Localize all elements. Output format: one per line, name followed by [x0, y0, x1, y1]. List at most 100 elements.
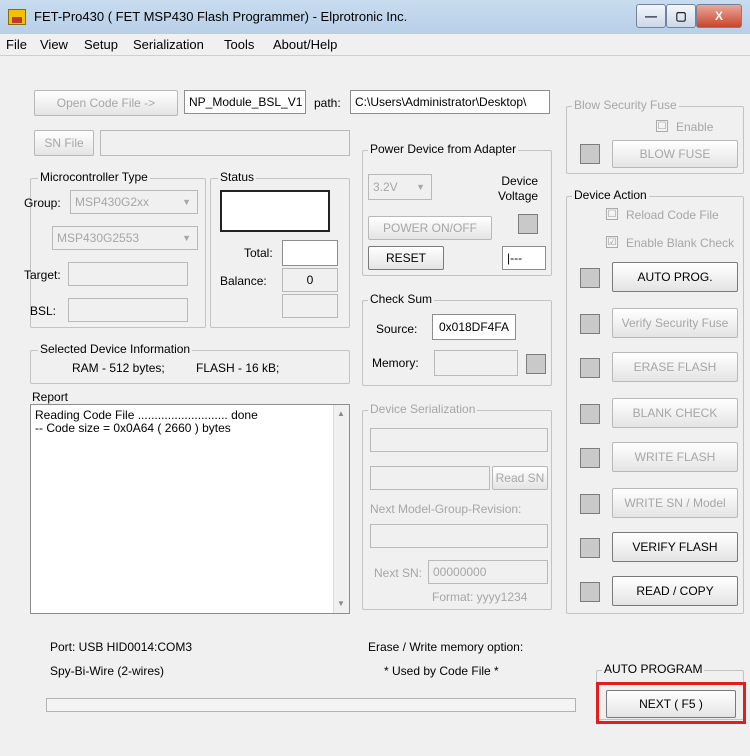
- enable-fuse-checkbox[interactable]: ☐: [656, 120, 668, 132]
- chevron-down-icon: ▼: [182, 197, 191, 207]
- sn-file-button[interactable]: SN File: [34, 130, 94, 156]
- memory-checksum-field: [434, 350, 518, 376]
- menu-setup[interactable]: Setup: [84, 37, 118, 52]
- balance-field: 0: [282, 268, 338, 292]
- auto-prog-button[interactable]: AUTO PROG.: [612, 262, 738, 292]
- serialization-field-1: [370, 428, 548, 452]
- app-icon: [8, 9, 26, 25]
- menu-file[interactable]: File: [6, 37, 27, 52]
- maximize-button[interactable]: ▢: [666, 4, 696, 28]
- title-bar: FET-Pro430 ( FET MSP430 Flash Programmer…: [0, 0, 750, 34]
- scroll-down-icon[interactable]: ▼: [337, 599, 345, 608]
- total-label: Total:: [244, 246, 273, 260]
- write-sn-indicator: [580, 494, 600, 514]
- code-filename-field[interactable]: NP_Module_BSL_V1: [184, 90, 306, 114]
- minimize-button[interactable]: —: [636, 4, 666, 28]
- enable-blank-check-label: Enable Blank Check: [626, 236, 735, 250]
- menu-tools[interactable]: Tools: [224, 37, 254, 52]
- erase-write-option-value: * Used by Code File *: [384, 664, 499, 678]
- flash-info: FLASH - 16 kB;: [196, 361, 280, 375]
- voltage-select-value: 3.2V: [373, 180, 398, 194]
- next-sn-label: Next SN:: [374, 566, 423, 580]
- sn-format-label: Format: yyyy1234: [432, 590, 528, 604]
- next-f5-button[interactable]: NEXT ( F5 ): [606, 690, 736, 718]
- next-sn-field: 00000000: [428, 560, 548, 584]
- device-select-value: MSP430G2553: [57, 231, 140, 245]
- verify-fuse-indicator: [580, 314, 600, 334]
- sn-file-field[interactable]: [100, 130, 350, 156]
- selected-device-title: Selected Device Information: [38, 342, 193, 356]
- chevron-down-icon: ▼: [182, 233, 191, 243]
- memory-label: Memory:: [372, 356, 419, 370]
- voltage-select[interactable]: 3.2V ▼: [368, 174, 432, 200]
- erase-write-option-title: Erase / Write memory option:: [368, 640, 524, 654]
- read-copy-button[interactable]: READ / COPY: [612, 576, 738, 606]
- blow-fuse-button[interactable]: BLOW FUSE: [612, 140, 738, 168]
- enable-fuse-label: Enable: [676, 120, 714, 134]
- erase-flash-button[interactable]: ERASE FLASH: [612, 352, 738, 382]
- enable-blank-check-checkbox[interactable]: ☑: [606, 236, 618, 248]
- checksum-indicator: [526, 354, 546, 374]
- menu-about-help[interactable]: About/Help: [273, 37, 337, 52]
- source-label: Source:: [376, 322, 418, 336]
- device-select[interactable]: MSP430G2553 ▼: [52, 226, 198, 250]
- microcontroller-type-title: Microcontroller Type: [38, 170, 150, 184]
- next-model-label: Next Model-Group-Revision:: [370, 502, 522, 516]
- report-line: -- Code size = 0x0A64 ( 2660 ) bytes: [35, 421, 231, 435]
- scroll-up-icon[interactable]: ▲: [337, 409, 345, 418]
- status-indicator: [220, 190, 330, 232]
- window-title: FET-Pro430 ( FET MSP430 Flash Programmer…: [34, 9, 408, 24]
- check-sum-title: Check Sum: [368, 292, 435, 306]
- serialization-field-2: [370, 466, 490, 490]
- verify-flash-indicator: [580, 538, 600, 558]
- blank-check-indicator: [580, 404, 600, 424]
- read-sn-button[interactable]: Read SN: [492, 466, 548, 490]
- path-field[interactable]: C:\Users\Administrator\Desktop\: [350, 90, 550, 114]
- erase-indicator: [580, 358, 600, 378]
- open-code-file-button[interactable]: Open Code File ->: [34, 90, 178, 116]
- power-device-title: Power Device from Adapter: [368, 142, 519, 156]
- device-voltage-indicator: [518, 214, 538, 234]
- write-sn-model-button[interactable]: WRITE SN / Model: [612, 488, 738, 518]
- verify-security-fuse-button[interactable]: Verify Security Fuse: [612, 308, 738, 338]
- chevron-down-icon: ▼: [416, 182, 425, 192]
- next-model-field: [370, 524, 548, 548]
- auto-prog-indicator: [580, 268, 600, 288]
- verify-flash-button[interactable]: VERIFY FLASH: [612, 532, 738, 562]
- progress-bar: [46, 698, 576, 712]
- device-serialization-title: Device Serialization: [368, 402, 478, 416]
- balance-extra-field: [282, 294, 338, 318]
- write-flash-button[interactable]: WRITE FLASH: [612, 442, 738, 472]
- reload-code-file-label: Reload Code File: [626, 208, 719, 222]
- blow-security-fuse-title: Blow Security Fuse: [572, 98, 679, 112]
- device-action-title: Device Action: [572, 188, 649, 202]
- write-flash-indicator: [580, 448, 600, 468]
- auto-program-title: AUTO PROGRAM: [602, 662, 705, 676]
- group-select[interactable]: MSP430G2xx ▼: [70, 190, 198, 214]
- reload-code-file-checkbox[interactable]: ☐: [606, 208, 618, 220]
- target-label: Target:: [24, 268, 61, 282]
- menu-serialization[interactable]: Serialization: [133, 37, 204, 52]
- bsl-label: BSL:: [30, 304, 57, 318]
- port-info: Port: USB HID0014:COM3: [50, 640, 193, 654]
- group-label: Group:: [24, 196, 61, 210]
- ram-info: RAM - 512 bytes;: [72, 361, 165, 375]
- status-title: Status: [218, 170, 257, 184]
- reset-indicator-field: |---: [502, 246, 546, 270]
- source-checksum-field: 0x018DF4FA: [432, 314, 516, 340]
- menu-view[interactable]: View: [40, 37, 68, 52]
- report-box[interactable]: Reading Code File ......................…: [30, 404, 350, 614]
- power-on-off-button[interactable]: POWER ON/OFF: [368, 216, 492, 240]
- bsl-field[interactable]: [68, 298, 188, 322]
- total-field: [282, 240, 338, 266]
- target-field[interactable]: [68, 262, 188, 286]
- blow-fuse-indicator: [580, 144, 600, 164]
- path-label: path:: [314, 96, 341, 110]
- report-scrollbar[interactable]: ▲ ▼: [333, 405, 349, 613]
- balance-label: Balance:: [220, 274, 267, 288]
- app-window: FET-Pro430 ( FET MSP430 Flash Programmer…: [0, 0, 750, 756]
- device-voltage-label: Device Voltage: [498, 174, 539, 203]
- close-button[interactable]: X: [696, 4, 742, 28]
- reset-button[interactable]: RESET: [368, 246, 444, 270]
- blank-check-button[interactable]: BLANK CHECK: [612, 398, 738, 428]
